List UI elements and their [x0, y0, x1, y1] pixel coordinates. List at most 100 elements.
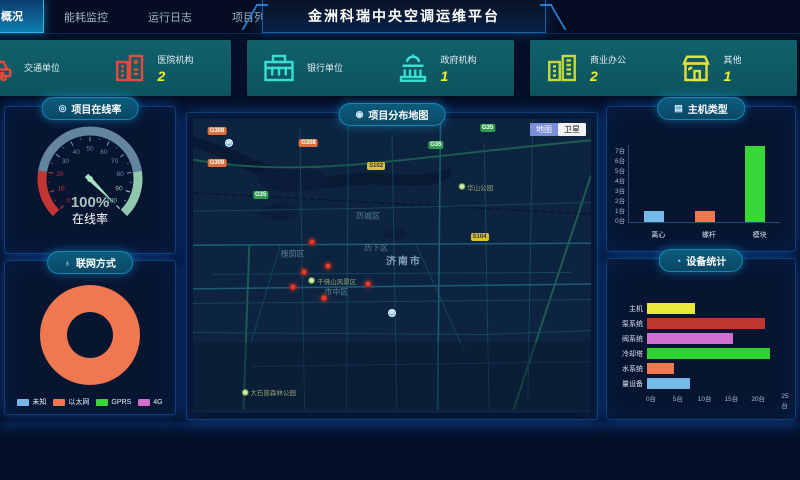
x-tick-label: 20台: [751, 393, 765, 403]
top-nav-bar: 概况能耗监控运行日志项目列表视频监控 金洲科瑞中央空调运维平台: [0, 0, 800, 34]
panel-online-rate: ◎ 项目在线率 0102030405060708090100100%在线率: [4, 106, 176, 254]
stat-value: 2: [158, 68, 194, 84]
project-marker[interactable]: [325, 263, 332, 270]
project-marker[interactable]: [365, 280, 372, 287]
network-legend: 未知 以太网 GPRS 4G: [5, 397, 175, 407]
legend-swatch: [138, 399, 150, 406]
nav-tab[interactable]: 概况: [0, 0, 44, 33]
panel-host-type-header: ▤ 主机类型: [657, 97, 745, 120]
bar-label: 冷却塔: [615, 349, 647, 359]
x-axis-labels: 离心螺杆模块: [633, 230, 785, 240]
stat-label: 政府机构: [441, 53, 477, 66]
bar-label: 主机: [615, 304, 647, 314]
project-marker[interactable]: [309, 239, 316, 246]
bar-row: 冷却塔: [615, 348, 787, 359]
road-badge: G35: [480, 124, 495, 132]
stat-text: 医院机构2: [158, 53, 194, 84]
legend-label: 以太网: [68, 397, 89, 407]
x-tick-label: 0台: [646, 393, 656, 403]
road-badge: G308: [208, 127, 227, 135]
panel-project-map-header: ◉ 项目分布地图: [339, 103, 446, 126]
bar: [647, 378, 690, 389]
legend-item[interactable]: 未知: [17, 397, 46, 407]
bar-label: 泵系统: [615, 319, 647, 329]
x-tick-label: 5台: [673, 393, 683, 403]
legend-item[interactable]: 4G: [138, 397, 162, 407]
stats-icon: ◔: [676, 256, 681, 266]
map-city-label: 济南市: [386, 253, 422, 268]
map-layer-button[interactable]: 卫星: [558, 123, 586, 136]
map-layer-button[interactable]: 地图: [530, 123, 558, 136]
legend-swatch: [17, 399, 29, 406]
svg-text:10: 10: [57, 185, 65, 192]
bar-row: 量设备: [615, 378, 787, 389]
y-tick-label: 1台: [615, 205, 625, 215]
poi-dot-icon: [458, 183, 465, 190]
panel-title: 项目在线率: [71, 101, 121, 116]
government-icon: [395, 50, 431, 86]
y-axis-labels: 7台6台5台4台3台2台1台0台: [615, 145, 628, 223]
y-tick-label: 0台: [615, 215, 625, 225]
x-tick-label: 25台: [781, 393, 788, 410]
panel-title: 设备统计: [686, 253, 726, 268]
road-badge: G308: [299, 139, 318, 147]
poi-text: 大石崮森林公园: [250, 387, 296, 397]
device-stats-chart: 主机泵系统阀系统冷却塔水系统量设备0台5台10台15台20台25台: [615, 303, 787, 403]
legend-item[interactable]: GPRS: [96, 397, 131, 407]
project-marker[interactable]: [289, 283, 296, 290]
y-tick-label: 7台: [615, 145, 625, 155]
host-type-chart: 7台6台5台4台3台2台1台0台: [615, 145, 780, 223]
panel-title: 联网方式: [76, 255, 116, 270]
map-poi-label: 大石崮森林公园: [241, 387, 296, 397]
stat-text: 其他1: [724, 53, 742, 84]
road-badge: G309: [208, 159, 227, 167]
bar-row: 阀系统: [615, 333, 787, 344]
nav-tab[interactable]: 运行日志: [128, 0, 212, 33]
bar: [644, 211, 664, 222]
donut-hole: [67, 312, 113, 358]
stat-text: 政府机构1: [441, 53, 477, 84]
stat-card: 商业办公2其他1: [530, 40, 797, 96]
project-marker[interactable]: [321, 295, 328, 302]
car-icon: [0, 50, 14, 86]
y-tick-label: 3台: [615, 185, 625, 195]
stat-label: 交通单位: [24, 61, 60, 74]
bar-label: 水系统: [615, 364, 647, 374]
map-district-label: 槐荫区: [281, 249, 305, 260]
bar: [745, 146, 765, 222]
bar: [647, 303, 695, 314]
bar-row: 泵系统: [615, 318, 787, 329]
stat-card: 交通单位 医院机构2: [0, 40, 231, 96]
legend-label: 未知: [32, 397, 46, 407]
bar: [647, 363, 674, 374]
svg-text:80: 80: [117, 171, 125, 178]
stat-card: 银行单位 政府机构1: [247, 40, 514, 96]
svg-text:60: 60: [100, 149, 108, 156]
map-layer-toggle: 地图卫星: [530, 123, 586, 136]
road-badge: S104: [471, 233, 489, 241]
project-marker[interactable]: M: [225, 139, 233, 147]
project-marker[interactable]: M: [388, 309, 396, 317]
stat-item: 政府机构1: [381, 50, 515, 86]
y-tick-label: 5台: [615, 165, 625, 175]
road-badge: G35: [428, 141, 443, 149]
gauge-icon: ◎: [59, 103, 67, 114]
panel-title: 项目分布地图: [368, 107, 428, 122]
page-title: 金洲科瑞中央空调运维平台: [308, 6, 500, 26]
svg-text:90: 90: [115, 185, 123, 192]
map-canvas[interactable]: 历城区历下区槐荫区市中区济南市千佛山风景区大石崮森林公园华山公园G308G308…: [193, 119, 591, 413]
stat-label: 其他: [724, 53, 742, 66]
stat-item: 银行单位: [247, 50, 381, 86]
map-poi-label: 华山公园: [458, 182, 493, 192]
nav-tab[interactable]: 能耗监控: [44, 0, 128, 33]
y-tick-label: 4台: [615, 175, 625, 185]
bar: [647, 348, 770, 359]
bar: [695, 211, 715, 222]
legend-item[interactable]: 以太网: [53, 397, 89, 407]
legend-label: 4G: [153, 399, 162, 406]
hospital-icon: [112, 50, 148, 86]
project-marker[interactable]: [301, 268, 308, 275]
panel-network-type: ♁ 联网方式 未知以太网GPRS4G: [4, 260, 176, 415]
y-tick-label: 6台: [615, 155, 625, 165]
x-tick-label: 10台: [698, 393, 712, 403]
